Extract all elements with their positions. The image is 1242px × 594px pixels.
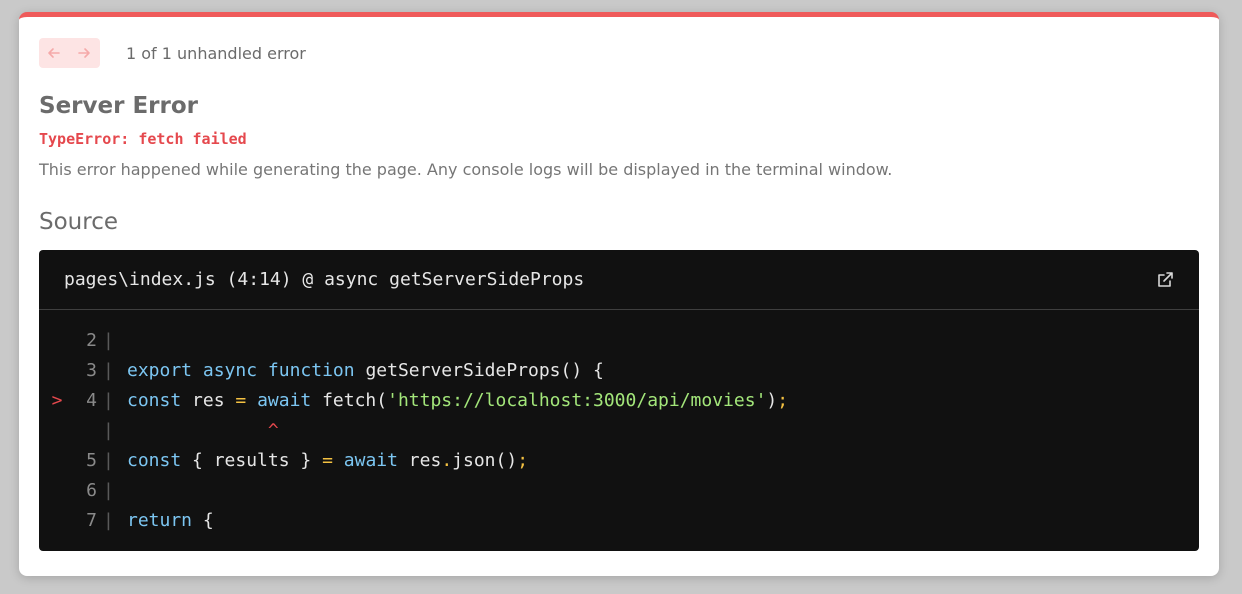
previous-error-button[interactable] [39, 38, 69, 68]
code-text: res [397, 450, 442, 471]
code-line: 3 | export async function getServerSideP… [39, 356, 1199, 386]
operator: . [441, 450, 453, 471]
code-text: res [181, 390, 236, 411]
code-line-caret: | ^ [39, 416, 1199, 446]
line-number: 6 [86, 480, 97, 501]
code-frame-body: 2 | 3 | export async function getServerS… [39, 310, 1199, 536]
string-literal: 'https://localhost:3000/api/movies' [387, 390, 767, 411]
keyword: const [127, 390, 182, 411]
error-counter: 1 of 1 unhandled error [126, 43, 306, 63]
source-code-panel: pages\index.js (4:14) @ async getServerS… [39, 250, 1199, 551]
code-text: { results } [181, 450, 323, 471]
gutter-separator: | [103, 450, 114, 471]
keyword: export [127, 360, 193, 381]
error-line-marker: > [51, 390, 63, 411]
keyword: const [127, 450, 182, 471]
arrow-right-icon [78, 48, 90, 58]
code-line: 7 | return { [39, 506, 1199, 536]
line-number: 7 [86, 510, 97, 531]
line-number: 4 [86, 390, 97, 411]
line-number: 3 [86, 360, 97, 381]
code-text: json() [452, 450, 518, 471]
keyword: await [257, 390, 312, 411]
open-in-editor-button[interactable] [1155, 270, 1175, 290]
keyword: await [343, 450, 398, 471]
keyword: return [127, 510, 193, 531]
code-text: ) [766, 390, 778, 411]
next-error-button[interactable] [69, 38, 99, 68]
semicolon: ; [517, 450, 529, 471]
gutter-separator: | [103, 480, 114, 501]
arrow-left-icon [48, 48, 60, 58]
gutter-separator: | [103, 390, 114, 411]
code-line-highlighted: > 4 | const res = await fetch('https://l… [39, 386, 1199, 416]
gutter-separator: | [103, 510, 114, 531]
line-number: 2 [86, 330, 97, 351]
source-heading: Source [39, 209, 118, 235]
code-text: { [192, 510, 214, 531]
code-line: 5 | const { results } = await res.json()… [39, 446, 1199, 476]
error-caret: ^ [267, 420, 279, 441]
gutter-separator: | [103, 330, 114, 351]
gutter-separator: | [103, 360, 114, 381]
external-link-icon [1158, 271, 1173, 287]
error-nav-buttons [39, 38, 100, 68]
source-file-label: pages\index.js (4:14) @ async getServerS… [64, 269, 585, 290]
code-line: 2 | [39, 326, 1199, 356]
code-line: 6 | [39, 476, 1199, 506]
gutter-separator: | [103, 420, 114, 441]
keyword: async [202, 360, 258, 381]
error-description: This error happened while generating the… [39, 160, 893, 179]
code-text: getServerSideProps() { [354, 360, 604, 381]
operator: = [322, 450, 333, 471]
error-title: Server Error [39, 93, 198, 119]
error-dialog: 1 of 1 unhandled error Server Error Type… [19, 12, 1219, 576]
semicolon: ; [777, 390, 789, 411]
code-text: fetch( [311, 390, 388, 411]
line-number: 5 [86, 450, 97, 471]
operator: = [235, 390, 247, 411]
error-navigation: 1 of 1 unhandled error [39, 38, 306, 68]
code-frame-header: pages\index.js (4:14) @ async getServerS… [39, 250, 1199, 310]
error-message: TypeError: fetch failed [39, 130, 247, 148]
keyword: function [267, 360, 355, 381]
